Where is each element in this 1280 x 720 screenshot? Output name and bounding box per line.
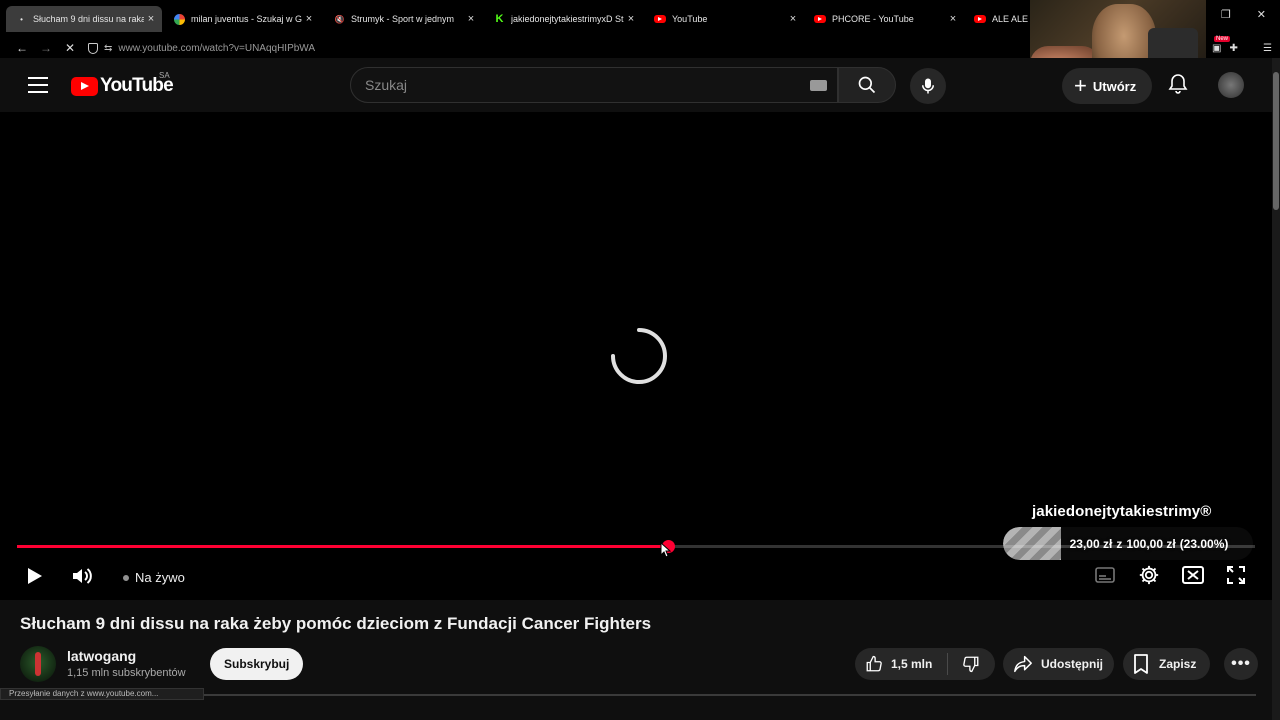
- tab-youtube[interactable]: YouTube ×: [644, 6, 804, 32]
- channel-name[interactable]: latwogang: [67, 648, 136, 664]
- like-dislike-group: 1,5 mln: [855, 648, 995, 680]
- forward-arrow-icon[interactable]: →: [34, 41, 58, 55]
- close-tab-icon[interactable]: ×: [624, 13, 638, 25]
- more-actions-button[interactable]: •••: [1224, 648, 1258, 680]
- tab-kick-stream[interactable]: K jakiedonejtytakiestrimyxD Str ×: [484, 6, 642, 32]
- share-button[interactable]: Udostępnij: [1003, 648, 1114, 680]
- like-button[interactable]: 1,5 mln: [855, 653, 948, 675]
- video-title: Słucham 9 dni dissu na raka żeby pomóc d…: [20, 614, 652, 633]
- shield-icon: [88, 42, 98, 54]
- live-indicator[interactable]: Na żywo: [123, 570, 185, 585]
- youtube-masthead: YouTube SA + Utwórz: [0, 58, 1272, 112]
- loading-spinner-icon: [611, 328, 667, 384]
- save-button[interactable]: Zapisz: [1123, 648, 1210, 680]
- play-button-icon[interactable]: [24, 566, 44, 586]
- voice-search-button[interactable]: [910, 68, 946, 104]
- donation-goal-bar: 23,00 zł z 100,00 zł (23.00%): [1003, 527, 1253, 560]
- tab-strumyk[interactable]: 🔇 Strumyk - Sport w jednym ×: [324, 6, 482, 32]
- thumbs-up-icon: [866, 655, 882, 672]
- miniplayer-icon[interactable]: [1182, 566, 1204, 584]
- player-controls: Na żywo: [0, 558, 1272, 594]
- youtube-play-logo-icon: [71, 76, 98, 96]
- close-window-icon[interactable]: ✕: [1257, 8, 1266, 21]
- site-settings-icon[interactable]: ⇆: [104, 43, 112, 54]
- progress-played: [17, 545, 669, 548]
- close-tab-icon[interactable]: ×: [302, 13, 316, 25]
- screen: • Słucham 9 dni dissu na raka ż × milan …: [0, 0, 1280, 720]
- url-field[interactable]: ⇆ www.youtube.com/watch?v=UNAqqHIPbWA: [88, 42, 316, 54]
- search-box: [350, 67, 838, 103]
- browser-status-bubble: Przesyłanie danych z www.youtube.com...: [0, 688, 204, 700]
- restore-window-icon[interactable]: ❐: [1221, 8, 1231, 21]
- mouse-cursor-icon: [660, 542, 672, 558]
- muted-speaker-icon: 🔇: [334, 14, 345, 24]
- stop-loading-icon[interactable]: ✕: [58, 41, 82, 55]
- hamburger-menu-icon[interactable]: [28, 77, 48, 93]
- subscriber-count: 1,15 mln subskrybentów: [67, 667, 186, 679]
- browser-menu-icon[interactable]: ☰: [1263, 43, 1272, 54]
- plus-icon: +: [1074, 73, 1087, 98]
- search-button[interactable]: [838, 67, 896, 103]
- live-dot-icon: [123, 574, 129, 581]
- video-player[interactable]: jakiedonejtytakiestrimy® 23,00 zł z 100,…: [0, 112, 1272, 600]
- close-tab-icon[interactable]: ×: [946, 13, 960, 25]
- loading-dot-icon: •: [20, 14, 23, 24]
- like-count: 1,5 mln: [891, 657, 933, 671]
- progress-bar[interactable]: [17, 540, 1255, 553]
- dislike-button[interactable]: [948, 655, 994, 673]
- tab-active-video[interactable]: • Słucham 9 dni dissu na raka ż ×: [6, 6, 162, 32]
- settings-gear-icon[interactable]: [1138, 564, 1160, 586]
- youtube-icon: [814, 15, 826, 23]
- volume-icon[interactable]: [70, 564, 94, 588]
- create-button[interactable]: + Utwórz: [1062, 68, 1153, 104]
- subtitles-icon[interactable]: [1095, 567, 1115, 583]
- country-code: SA: [159, 71, 170, 80]
- search-input[interactable]: [365, 77, 785, 93]
- youtube-icon: [654, 15, 666, 23]
- donation-goal-text: 23,00 zł z 100,00 zł (23.00%): [1069, 536, 1229, 551]
- extension-new-badge: New: [1214, 36, 1231, 42]
- close-tab-icon[interactable]: ×: [144, 13, 158, 25]
- microphone-icon: [922, 78, 934, 94]
- page-scrollbar[interactable]: [1272, 58, 1280, 720]
- search-icon: [858, 76, 876, 94]
- close-tab-icon[interactable]: ×: [786, 13, 800, 25]
- window-controls: ❐ ✕: [1221, 8, 1280, 21]
- subscribe-button[interactable]: Subskrybuj: [210, 648, 304, 680]
- tab-phcore[interactable]: PHCORE - YouTube ×: [804, 6, 964, 32]
- tab-ale-ale[interactable]: ALE ALE A: [964, 6, 1030, 32]
- share-arrow-icon: [1014, 655, 1032, 673]
- kick-icon: K: [495, 13, 504, 25]
- bookmark-icon: [1134, 654, 1148, 674]
- thumbs-down-icon: [963, 656, 979, 673]
- notifications-bell-icon[interactable]: [1166, 72, 1190, 96]
- youtube-icon: [974, 15, 986, 23]
- page-divider: [204, 694, 1256, 696]
- channel-avatar[interactable]: [20, 646, 56, 682]
- extensions-puzzle-icon[interactable]: ✚: [1229, 43, 1237, 54]
- account-avatar[interactable]: [1218, 72, 1244, 98]
- tab-google-search[interactable]: milan juventus - Szukaj w Go ×: [164, 6, 320, 32]
- google-icon: [174, 13, 185, 25]
- close-tab-icon[interactable]: ×: [464, 13, 478, 25]
- back-arrow-icon[interactable]: ←: [10, 41, 34, 55]
- more-dots-icon: •••: [1231, 655, 1251, 672]
- fullscreen-icon[interactable]: [1226, 565, 1246, 585]
- extension-icon[interactable]: ▣: [1212, 43, 1221, 54]
- keyboard-icon[interactable]: [810, 80, 827, 91]
- youtube-logo[interactable]: YouTube SA: [71, 71, 174, 97]
- url-text: www.youtube.com/watch?v=UNAqqHIPbWA: [118, 42, 316, 54]
- donation-brand: jakiedonejtytakiestrimy®: [1032, 503, 1212, 520]
- scrollbar-thumb[interactable]: [1273, 72, 1279, 210]
